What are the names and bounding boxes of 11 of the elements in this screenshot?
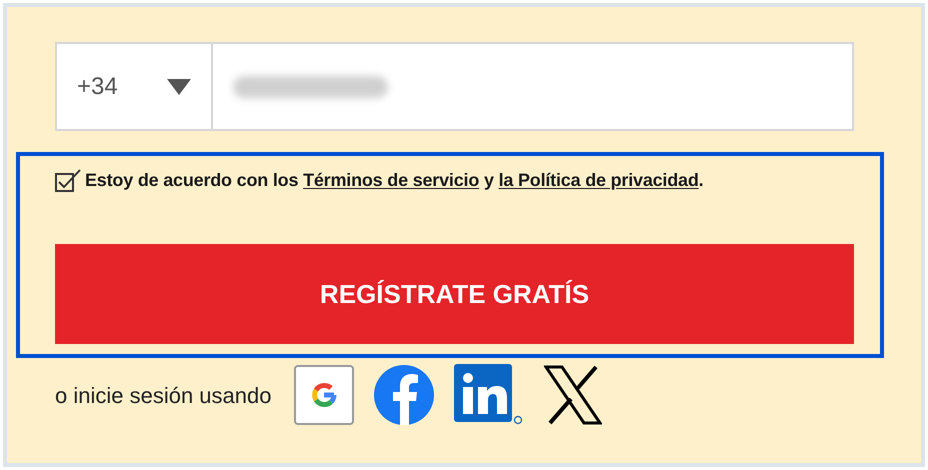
linkedin-logo-icon[interactable]	[454, 364, 524, 426]
facebook-logo-icon[interactable]	[374, 365, 434, 425]
social-login-label: o inicie sesión usando	[55, 382, 272, 410]
google-logo-icon	[310, 381, 338, 409]
register-button[interactable]: REGÍSTRATE GRATÍS	[55, 244, 854, 344]
x-logo-icon[interactable]	[544, 365, 602, 425]
link[interactable]: Términos de servicio	[303, 170, 480, 190]
checkbox[interactable]	[55, 168, 81, 192]
link[interactable]: la Política de privacidad	[498, 170, 699, 190]
google-login-button[interactable]	[294, 365, 354, 425]
consent-text: Estoy de acuerdo con los Términos de servicio y la Política de privacidad.	[85, 169, 704, 192]
